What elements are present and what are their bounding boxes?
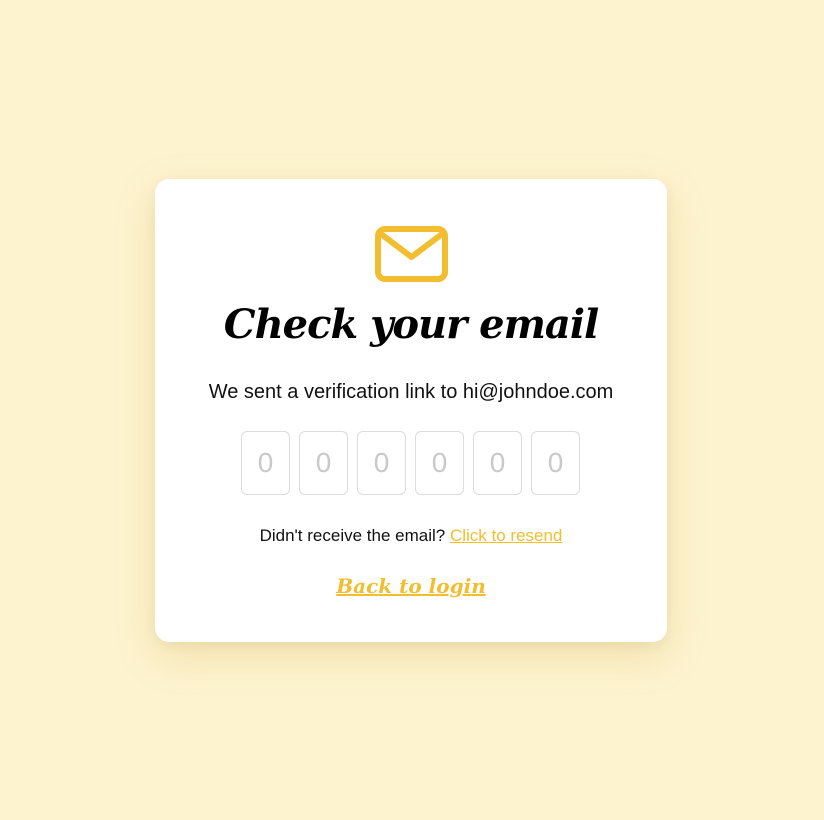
code-digit-2[interactable]: 0: [299, 431, 348, 495]
resend-row: Didn't receive the email? Click to resen…: [155, 524, 667, 548]
code-digit-4[interactable]: 0: [415, 431, 464, 495]
code-digit-5[interactable]: 0: [473, 431, 522, 495]
page-title: Check your email: [223, 301, 599, 348]
code-digit-3[interactable]: 0: [357, 431, 406, 495]
verification-message: We sent a verification link to hi@johndo…: [208, 381, 614, 403]
verification-card: Check your email We sent a verification …: [155, 179, 667, 642]
code-digit-6[interactable]: 0: [531, 431, 580, 495]
code-input-group: 0 0 0 0 0 0: [241, 431, 580, 495]
back-to-login-link[interactable]: Back to login: [155, 570, 667, 602]
code-digit-1[interactable]: 0: [241, 431, 290, 495]
resend-prompt: Didn't receive the email?: [259, 526, 446, 545]
resend-link[interactable]: Click to resend: [450, 526, 562, 545]
envelope-icon: [375, 226, 448, 282]
